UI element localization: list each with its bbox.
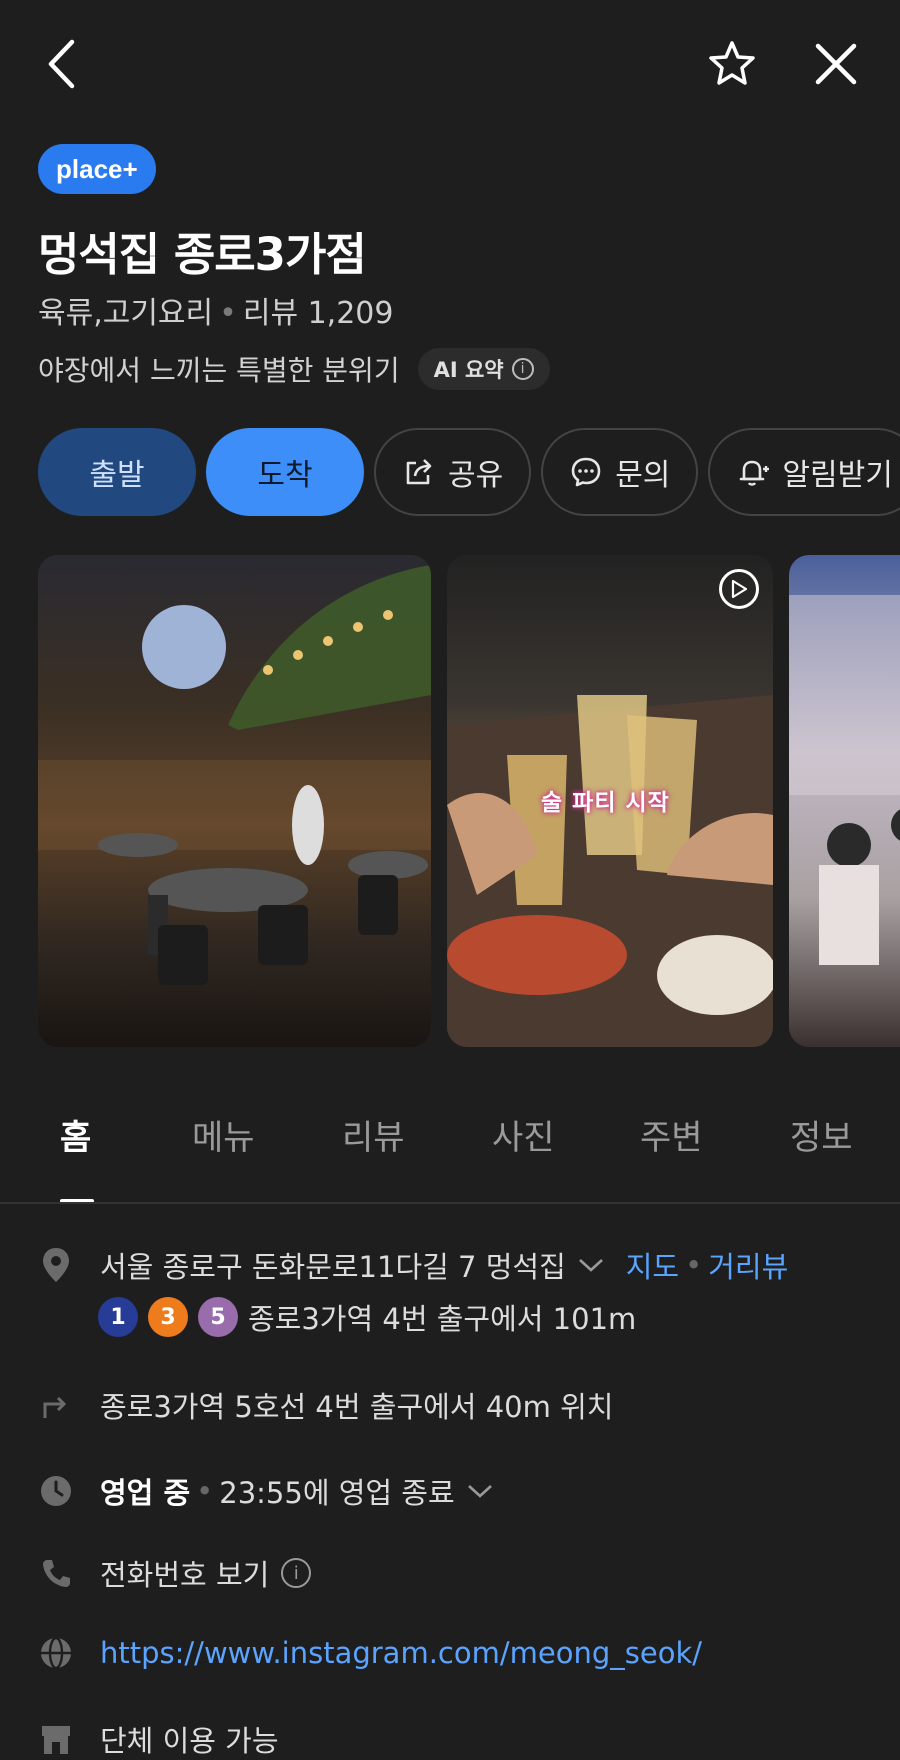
back-button[interactable]	[36, 34, 86, 94]
store-icon	[38, 1722, 74, 1756]
page-title: 멍석집 종로3가점	[38, 228, 367, 281]
share-label: 공유	[448, 458, 504, 493]
phone-label[interactable]: 전화번호 보기	[100, 1552, 269, 1594]
photo-outdoor-seating[interactable]	[38, 555, 431, 1047]
photo-video-cheers[interactable]: 술 파티 시작	[447, 555, 773, 1047]
place-plus-badge: place+	[38, 144, 156, 194]
separator-dot: •	[219, 296, 237, 331]
tab-photos[interactable]: 사진	[492, 1110, 555, 1159]
subway-line-5-badge: 5	[198, 1297, 238, 1337]
tab-nearby[interactable]: 주변	[640, 1110, 703, 1159]
tab-bar: 홈 메뉴 리뷰 사진 주변 정보	[0, 1110, 900, 1203]
subway-distance-text: 종로3가역 4번 출구에서 101m	[248, 1302, 637, 1336]
location-pin-icon	[38, 1246, 74, 1284]
depart-button[interactable]: 출발	[38, 428, 196, 516]
play-triangle-icon	[731, 580, 747, 598]
bell-plus-icon	[740, 460, 770, 486]
info-icon[interactable]: i	[281, 1558, 312, 1588]
review-count-link[interactable]: 리뷰 1,209	[243, 296, 394, 331]
tab-menu[interactable]: 메뉴	[192, 1110, 255, 1159]
close-icon	[815, 43, 857, 85]
subway-line-3-badge: 3	[148, 1297, 188, 1337]
subway-row: 1 3 5 종로3가역 4번 출구에서 101m	[98, 1296, 636, 1338]
share-icon	[406, 459, 432, 485]
map-link[interactable]: 지도	[626, 1244, 679, 1286]
phone-icon	[38, 1557, 74, 1589]
tagline-text: 야장에서 느끼는 특별한 분위기	[38, 354, 400, 387]
hours-row: 영업 중 • 23:55에 영업 종료	[38, 1470, 493, 1512]
photo-interior-image	[789, 595, 900, 965]
phone-row: 전화번호 보기 i	[38, 1552, 312, 1594]
ai-summary-button[interactable]: AI 요약 i	[417, 348, 550, 390]
directions-row: 종로3가역 5호선 4번 출구에서 40m 위치	[38, 1384, 613, 1426]
tab-home[interactable]: 홈	[60, 1110, 91, 1159]
star-outline-icon	[709, 41, 755, 85]
group-label: 단체 이용 가능	[100, 1724, 279, 1758]
notify-button[interactable]: 알림받기	[708, 428, 900, 516]
video-caption: 술 파티 시작	[541, 790, 670, 816]
chevron-down-icon[interactable]	[467, 1483, 493, 1499]
clock-icon	[38, 1474, 74, 1508]
chat-bubble-icon	[571, 457, 601, 487]
group-row: 단체 이용 가능	[38, 1718, 279, 1760]
hours-status: 영업 중	[100, 1476, 191, 1510]
tab-divider	[0, 1202, 900, 1204]
tab-reviews[interactable]: 리뷰	[342, 1110, 405, 1159]
inquiry-button[interactable]: 문의	[541, 428, 699, 516]
action-buttons: 출발 도착 공유 문의 알림받기	[38, 428, 900, 516]
top-bar	[0, 0, 900, 130]
ai-summary-label: AI 요약	[433, 358, 504, 382]
address-text[interactable]: 서울 종로구 돈화문로11다길 7 멍석집	[100, 1244, 566, 1286]
separator-dot: •	[196, 1474, 214, 1508]
chevron-down-icon[interactable]	[578, 1257, 604, 1273]
category-line: 육류,고기요리 • 리뷰 1,209	[38, 288, 393, 332]
subway-line-1-badge: 1	[98, 1297, 138, 1337]
website-link[interactable]: https://www.instagram.com/meong_seok/	[100, 1636, 702, 1670]
tagline-row: 야장에서 느끼는 특별한 분위기 AI 요약 i	[38, 348, 550, 390]
address-row: 서울 종로구 돈화문로11다길 7 멍석집 지도 • 거리뷰	[38, 1244, 788, 1286]
photo-outdoor-seating-image	[38, 565, 431, 985]
chevron-left-icon	[48, 39, 75, 89]
inquiry-label: 문의	[615, 458, 671, 493]
street-view-link[interactable]: 거리뷰	[708, 1244, 788, 1286]
favorite-button[interactable]	[704, 36, 760, 92]
website-row: https://www.instagram.com/meong_seok/	[38, 1636, 702, 1670]
tab-info[interactable]: 정보	[790, 1110, 853, 1159]
photo-carousel[interactable]: 술 파티 시작	[38, 555, 900, 1047]
video-play-icon	[719, 569, 759, 609]
info-icon: i	[511, 358, 534, 380]
globe-icon	[38, 1636, 74, 1670]
category-text: 육류,고기요리	[38, 296, 214, 331]
hours-detail[interactable]: 23:55에 영업 종료	[219, 1470, 454, 1512]
separator-dot: •	[685, 1248, 703, 1282]
arrive-button[interactable]: 도착	[206, 428, 364, 516]
photo-interior[interactable]	[789, 555, 900, 1047]
directions-text: 종로3가역 5호선 4번 출구에서 40m 위치	[100, 1390, 614, 1424]
share-button[interactable]: 공유	[374, 428, 532, 516]
turn-arrow-icon	[38, 1390, 74, 1420]
notify-label: 알림받기	[782, 458, 893, 493]
close-button[interactable]	[810, 38, 862, 90]
